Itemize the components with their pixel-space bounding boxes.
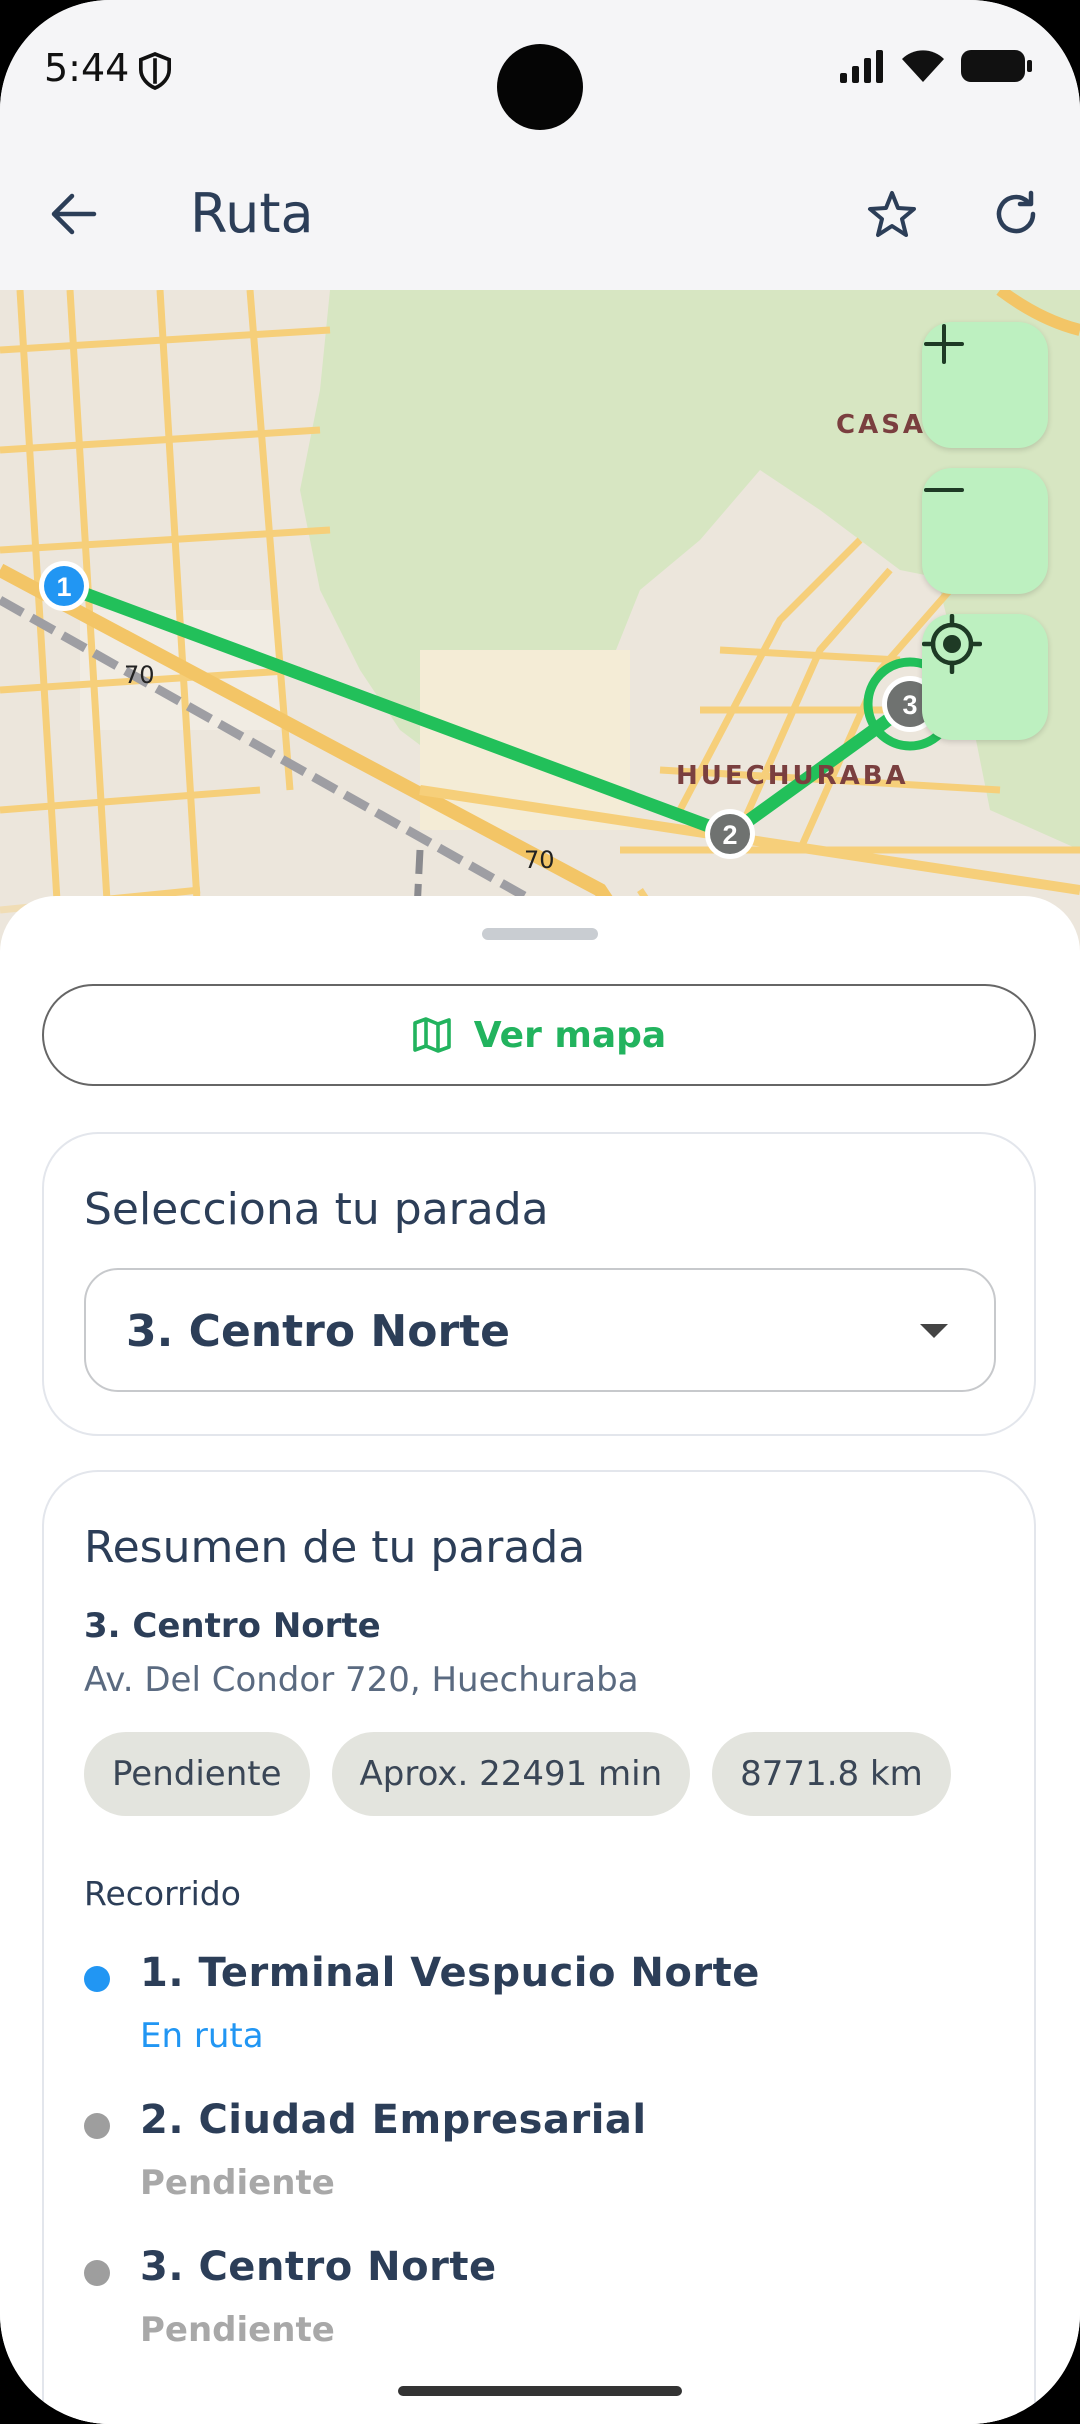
arrow-left-icon: [51, 193, 97, 235]
route-stop-status: Pendiente: [140, 2310, 335, 2350]
route-stop-dot: [84, 2260, 110, 2286]
wifi-icon: [902, 50, 944, 82]
shield-icon: [138, 52, 172, 90]
map-road-label-70: 70: [124, 661, 155, 689]
stop-dropdown-value: 3. Centro Norte: [126, 1306, 511, 1357]
route-marker-2-label: 2: [722, 820, 737, 850]
stop-select-title: Selecciona tu parada: [84, 1184, 549, 1235]
route-stop-dot: [84, 1966, 110, 1992]
status-bar: 5:44: [0, 0, 1080, 150]
sheet-drag-handle[interactable]: [482, 928, 598, 940]
route-stop-name: 2. Ciudad Empresarial: [140, 2097, 647, 2143]
view-map-button[interactable]: Ver mapa: [42, 984, 1036, 1086]
route-stop-item[interactable]: 1. Terminal Vespucio Norte En ruta: [84, 1950, 984, 2080]
crosshair-icon: [922, 614, 982, 674]
stop-dropdown[interactable]: 3. Centro Norte: [84, 1268, 996, 1392]
route-marker-3-label: 3: [902, 690, 917, 720]
map-icon: [412, 1017, 451, 1053]
route-stop-dot: [84, 2113, 110, 2139]
phone-screen: 5:44 Ruta 1 2 3 CASAS HUECHURABA 70 70 V…: [0, 0, 1080, 2424]
route-stop-name: 1. Terminal Vespucio Norte: [140, 1950, 760, 1996]
summary-address: Av. Del Condor 720, Huechuraba: [84, 1660, 639, 1700]
route-stop-status: En ruta: [140, 2016, 264, 2056]
route-marker-2[interactable]: 2: [705, 809, 755, 859]
page-title: Ruta: [190, 182, 314, 245]
route-stop-name: 3. Centro Norte: [140, 2244, 497, 2290]
map-canvas: 1 2 3 CASAS HUECHURABA 70 70: [0, 290, 1080, 950]
route-section-label: Recorrido: [84, 1874, 241, 1913]
eta-chip: Aprox. 22491 min: [331, 1732, 691, 1816]
map-road-label-70-b: 70: [524, 846, 555, 874]
route-marker-1[interactable]: 1: [39, 561, 89, 611]
back-button[interactable]: [44, 184, 104, 244]
signal-icon: [840, 50, 883, 83]
zoom-in-button[interactable]: [922, 322, 1048, 448]
route-stop-item[interactable]: 2. Ciudad Empresarial Pendiente: [84, 2097, 984, 2227]
stop-select-card: Selecciona tu parada 3. Centro Norte: [42, 1132, 1036, 1436]
route-stop-item[interactable]: 3. Centro Norte Pendiente: [84, 2244, 984, 2374]
map-label-huechuraba: HUECHURABA: [676, 761, 909, 791]
summary-chips: Pendiente Aprox. 22491 min 8771.8 km: [84, 1732, 951, 1816]
minus-icon: [924, 488, 964, 492]
bottom-sheet: Ver mapa Selecciona tu parada 3. Centro …: [0, 896, 1080, 2424]
view-map-label: Ver mapa: [473, 1014, 667, 1056]
star-icon: [868, 191, 916, 237]
my-location-button[interactable]: [922, 614, 1048, 740]
plus-icon: [924, 324, 964, 364]
route-stop-status: Pendiente: [140, 2163, 335, 2203]
caret-down-icon: [920, 1324, 948, 1338]
refresh-icon: [996, 190, 1036, 234]
camera-cutout: [497, 44, 583, 130]
zoom-out-button[interactable]: [922, 468, 1048, 594]
status-chip: Pendiente: [84, 1732, 310, 1816]
distance-chip: 8771.8 km: [712, 1732, 951, 1816]
refresh-button[interactable]: [984, 182, 1048, 246]
battery-icon: [961, 50, 1032, 82]
home-indicator[interactable]: [398, 2386, 682, 2396]
stop-summary-card: Resumen de tu parada 3. Centro Norte Av.…: [42, 1470, 1036, 2424]
favorite-button[interactable]: [860, 182, 924, 246]
summary-title: Resumen de tu parada: [84, 1522, 586, 1573]
summary-stop-name: 3. Centro Norte: [84, 1606, 381, 1646]
status-icons: [838, 48, 1034, 84]
status-time: 5:44: [44, 46, 130, 90]
route-marker-1-label: 1: [56, 572, 71, 602]
route-map[interactable]: 1 2 3 CASAS HUECHURABA 70 70: [0, 290, 1080, 950]
app-bar: Ruta: [0, 150, 1080, 290]
